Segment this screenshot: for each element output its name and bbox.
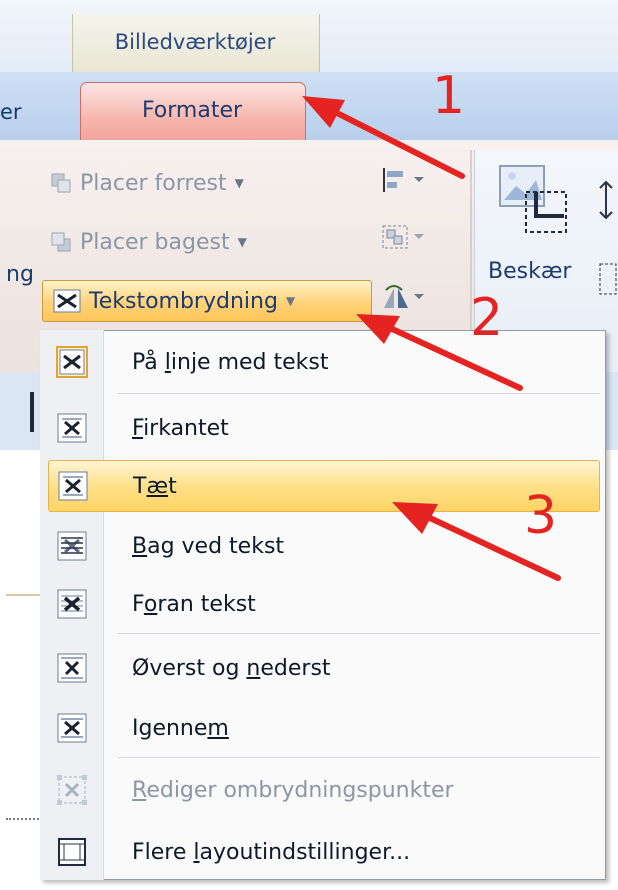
group-icon (382, 225, 424, 249)
access-key: m (207, 715, 229, 741)
tab-formater-label: Formater (141, 98, 243, 123)
wrap-inline-icon (56, 346, 88, 378)
access-key: n (246, 655, 261, 681)
access-key: æ (146, 473, 169, 499)
tekstombrydning-label: Tekstombrydning (89, 288, 278, 314)
label-part: T (133, 473, 147, 499)
crop-button[interactable] (496, 162, 574, 242)
wrap-top-bottom-icon (56, 652, 88, 684)
align-icon (383, 168, 424, 192)
tekstombrydning-button[interactable]: Tekstombrydning ▼ (42, 280, 372, 322)
height-icon (596, 180, 618, 224)
label-part: Flere (132, 839, 194, 865)
edit-wrap-points-icon (56, 774, 88, 806)
menu-item-top-bottom-label: Øverst og nederst (132, 656, 331, 681)
contextual-group-label: Billedværktøjer (114, 30, 276, 54)
rotate-icon (384, 285, 424, 308)
layout-options-icon (56, 836, 88, 868)
menu-item-more-layout-options[interactable]: Flere layoutindstillinger... (48, 826, 600, 878)
chevron-down-icon: ▼ (234, 176, 244, 190)
ruler-marker (30, 392, 34, 432)
placer-forrest-button[interactable]: Placer forrest ▼ (50, 168, 244, 198)
label-part: inje med tekst (170, 349, 329, 375)
menu-item-in-front-of-text-label: Foran tekst (132, 592, 256, 617)
text-wrap-icon (53, 289, 81, 313)
label-part: ayoutindstillinger... (199, 839, 411, 865)
label-part: ran tekst (157, 591, 256, 617)
wrap-square-icon (56, 412, 88, 444)
crop-icon (499, 165, 567, 233)
label-part: Øverst og (132, 655, 247, 681)
menu-item-through[interactable]: Igennem (48, 702, 600, 754)
label-part: F (132, 591, 144, 617)
menu-item-inline[interactable]: På linje med tekst (48, 336, 600, 388)
access-key: F (132, 415, 144, 441)
annotation-number-3: 3 (524, 486, 558, 546)
wrap-tight-icon (57, 470, 89, 502)
label-part: ag ved tekst (147, 533, 285, 559)
rotate-button[interactable] (380, 282, 426, 316)
placer-forrest-label: Placer forrest (80, 170, 227, 196)
chevron-down-icon: ▼ (237, 235, 247, 249)
dotted-line (6, 818, 42, 820)
menu-separator (118, 757, 600, 758)
menu-item-tight[interactable]: Tæt (48, 460, 600, 512)
menu-item-top-bottom[interactable]: Øverst og nederst (48, 642, 600, 694)
align-button[interactable] (380, 165, 426, 199)
label-part: På (132, 349, 165, 375)
menu-item-square-label: Firkantet (132, 416, 229, 441)
menu-item-in-front-of-text[interactable]: Foran tekst (48, 578, 600, 630)
partial-group-label: ng (6, 262, 34, 287)
group-button[interactable] (380, 222, 426, 256)
label-part: ediger ombrydningspunkter (146, 777, 454, 803)
send-backward-icon (51, 232, 71, 252)
annotation-number-2: 2 (470, 288, 504, 348)
menu-item-behind-text[interactable]: Bag ved tekst (48, 520, 600, 572)
access-key: B (132, 533, 148, 559)
width-icon (598, 260, 618, 304)
access-key: R (132, 777, 147, 803)
chevron-down-icon: ▼ (285, 294, 296, 308)
menu-item-edit-wrap-points: Rediger ombrydningspunkter (48, 764, 600, 816)
menu-item-more-layout-options-label: Flere layoutindstillinger... (132, 840, 410, 865)
wrap-behind-icon (56, 530, 88, 562)
tab-previous-label: er (0, 100, 22, 124)
menu-separator (118, 393, 600, 394)
menu-item-through-label: Igennem (132, 716, 229, 741)
label-part: t (168, 473, 177, 499)
beskaer-label: Beskær (488, 259, 572, 284)
menu-item-square[interactable]: Firkantet (48, 402, 600, 454)
menu-item-inline-label: På linje med tekst (132, 350, 329, 375)
menu-item-behind-text-label: Bag ved tekst (132, 534, 284, 559)
bring-forward-icon (51, 173, 71, 193)
wrap-front-icon (56, 588, 88, 620)
annotation-number-1: 1 (432, 66, 466, 126)
menu-item-edit-wrap-points-label: Rediger ombrydningspunkter (132, 778, 454, 803)
wrap-through-icon (56, 712, 88, 744)
label-part: irkantet (143, 415, 229, 441)
placer-bagest-label: Placer bagest (80, 229, 230, 255)
placer-bagest-button[interactable]: Placer bagest ▼ (50, 227, 247, 257)
label-part: Igenne (132, 715, 208, 741)
access-key: o (143, 591, 158, 617)
menu-item-tight-label: Tæt (133, 474, 177, 499)
label-part: ederst (260, 655, 331, 681)
menu-separator (118, 633, 600, 634)
